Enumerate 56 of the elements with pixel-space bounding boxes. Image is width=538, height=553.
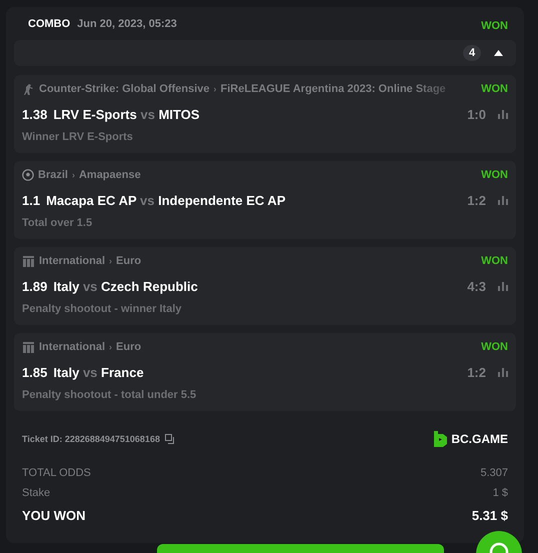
event-odds: 1.1 (22, 192, 40, 208)
path-separator: › (72, 170, 75, 180)
brand-name: BC.GAME (451, 432, 508, 446)
match-score: 1:0 (467, 106, 486, 122)
match-score: 1:2 (467, 192, 486, 208)
match-score: 1:2 (467, 364, 486, 380)
match-teams: Italy vs France (53, 364, 145, 380)
event-status: WON (481, 169, 508, 181)
stats-icon[interactable] (498, 281, 508, 291)
path-separator: › (214, 84, 217, 94)
event-league: Amapaense (78, 169, 141, 181)
stats-icon[interactable] (498, 195, 508, 205)
total-value: 1 $ (492, 487, 508, 499)
caret-icon[interactable] (494, 50, 503, 56)
market-label: Winner LRV E-Sports (22, 131, 134, 143)
bet-date: Jun 20, 2023, 05:23 (77, 18, 178, 30)
soccer-ball-icon (22, 169, 34, 181)
event-status: WON (481, 83, 508, 95)
match-score: 4:3 (467, 278, 486, 294)
league-logo-icon (22, 254, 35, 268)
event-league: Euro (116, 255, 142, 267)
match-teams: Macapa EC AP vs Independente EC AP (46, 192, 286, 208)
path-separator: › (109, 342, 112, 352)
stats-icon[interactable] (498, 367, 508, 377)
match-teams: Italy vs Czech Republic (53, 278, 199, 294)
stats-icon[interactable] (498, 109, 508, 119)
total-label: YOU WON (22, 508, 86, 522)
selection-count: 4 (463, 45, 481, 61)
ticket-id: Ticket ID: 2282688494751068168 (22, 434, 160, 444)
copy-icon[interactable] (164, 434, 175, 444)
bet-status: WON (481, 20, 508, 32)
event-league: Euro (116, 341, 142, 353)
total-label: TOTAL ODDS (22, 467, 91, 479)
event-odds: 1.85 (22, 364, 48, 380)
selections-bar[interactable]: 4 (14, 40, 516, 66)
event-category: International (39, 255, 106, 267)
event-category: Counter-Strike: Global Offensive (39, 83, 210, 95)
market-label: Penalty shootout - winner Italy (22, 303, 183, 315)
event-status: WON (481, 255, 508, 267)
event-league: FiReLEAGUE Argentina 2023: Online Stage (220, 83, 446, 95)
total-value: 5.307 (480, 467, 508, 479)
total-value: 5.31 $ (472, 508, 508, 522)
event-odds: 1.89 (22, 278, 48, 294)
market-label: Penalty shootout - total under 5.5 (22, 389, 198, 401)
event-odds: 1.38 (22, 106, 48, 122)
soldier-icon (22, 82, 35, 96)
market-label: Total over 1.5 (22, 217, 94, 229)
event-category: Brazil (38, 169, 68, 181)
total-label: Stake (22, 487, 50, 499)
bet-type: COMBO (28, 18, 70, 30)
league-logo-icon (22, 340, 35, 354)
match-teams: LRV E-Sports vs MITOS (53, 106, 201, 122)
path-separator: › (109, 256, 112, 266)
brand-logo-icon (434, 431, 448, 447)
event-status: WON (481, 341, 508, 353)
event-category: International (39, 341, 106, 353)
